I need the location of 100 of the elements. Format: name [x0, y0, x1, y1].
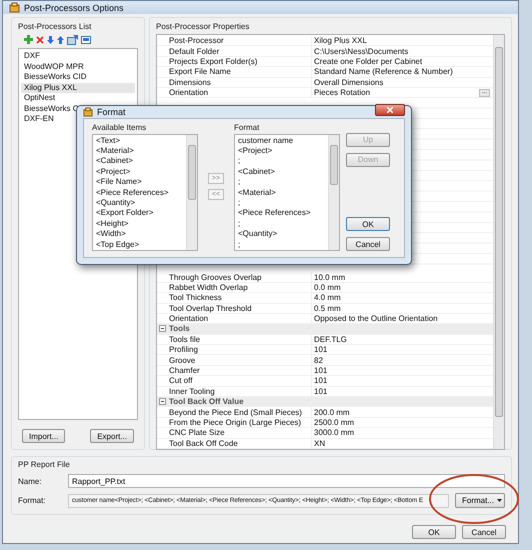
property-name: Tools file: [168, 334, 202, 344]
name-field[interactable]: Rapport_PP.txt: [68, 474, 505, 488]
property-value: C:\Users\Ness\Documents: [313, 46, 408, 56]
window-title: Post-Processors Options: [24, 2, 124, 12]
list-item[interactable]: <Material>: [238, 188, 327, 198]
export-button[interactable]: Export...: [90, 429, 134, 443]
caret-icon: [497, 499, 502, 502]
arrow-up-icon[interactable]: [57, 36, 64, 44]
list-item[interactable]: BiesseWorks CID: [21, 72, 135, 82]
property-name: Cut off: [168, 376, 194, 386]
property-value: 0.5 mm: [313, 304, 341, 313]
list-item[interactable]: Xilog Plus XXL: [21, 82, 135, 93]
collapse-icon[interactable]: [159, 325, 166, 332]
list-item[interactable]: <Project>: [96, 166, 185, 178]
property-value: 82: [313, 356, 323, 365]
property-name: Tool Back Off Code: [168, 438, 239, 448]
import-button[interactable]: Import...: [22, 429, 66, 443]
dialog-title: Format: [97, 106, 126, 117]
list-item[interactable]: ;: [238, 156, 327, 167]
group-title: Post-Processors List: [18, 22, 92, 31]
list-item[interactable]: ;: [238, 198, 327, 208]
close-icon: [387, 106, 393, 113]
list-item[interactable]: ;: [238, 240, 327, 250]
delete-icon[interactable]: [36, 36, 44, 44]
property-name: From the Piece Origin (Large Pieces): [168, 418, 302, 427]
property-value: Opposed to the Outline Orientation: [313, 314, 438, 324]
list-item[interactable]: WoodWOP MPR: [21, 62, 135, 72]
property-name: Dimensions: [168, 78, 212, 87]
list-item[interactable]: <Text>: [96, 136, 185, 146]
property-value: 101: [313, 376, 328, 386]
list-item[interactable]: <Height>: [96, 218, 185, 230]
group-title: PP Report File: [18, 460, 71, 469]
list-item[interactable]: DXF: [21, 51, 135, 62]
collapse-icon[interactable]: [159, 398, 166, 406]
property-name: Projects Export Folder(s): [168, 56, 258, 66]
scrollbar[interactable]: [186, 134, 197, 250]
property-value: Pieces Rotation: [313, 88, 370, 98]
property-value: Overall Dimensions: [313, 78, 384, 87]
property-name: CNC Plate Size: [168, 428, 226, 438]
property-value: 0.0 mm: [313, 282, 341, 292]
property-name: Profiling: [168, 345, 199, 354]
list-title: Format: [234, 122, 260, 132]
ok-button[interactable]: OK: [412, 525, 456, 539]
property-value: XN: [313, 438, 326, 448]
list-item[interactable]: OptiNest: [21, 93, 135, 104]
group-title: Post-Processor Properties: [156, 22, 250, 31]
add-icon[interactable]: [24, 35, 33, 44]
property-name: Tool Thickness: [168, 293, 223, 302]
list-item[interactable]: <Cabinet>: [96, 156, 185, 167]
section-header: Tools: [168, 324, 191, 334]
list-item[interactable]: ;: [238, 218, 327, 230]
property-value: 3000.0 mm: [313, 428, 354, 438]
app-icon: [83, 106, 93, 117]
list-item[interactable]: <Piece References>: [96, 188, 185, 198]
list-title: Available Items: [92, 122, 148, 132]
property-name: Beyond the Piece End (Small Pieces): [168, 408, 303, 417]
property-value: 2500.0 mm: [313, 418, 354, 427]
section-header: Tool Back Off Value: [168, 397, 245, 406]
list-item[interactable]: <Project>: [238, 146, 327, 156]
list-item[interactable]: <Export Folder>: [96, 208, 185, 219]
property-name: Inner Tooling: [168, 386, 216, 396]
property-value: DEF.TLG: [313, 334, 347, 344]
list-item[interactable]: <Piece References>: [238, 208, 327, 219]
list-item[interactable]: <Width>: [96, 229, 185, 240]
list-item[interactable]: <Cabinet>: [238, 166, 327, 178]
property-name: Tool Overlap Threshold: [168, 304, 253, 313]
dialog-button[interactable]: OK: [346, 217, 390, 231]
cancel-button[interactable]: Cancel: [462, 525, 506, 539]
property-value: 101: [313, 366, 328, 376]
field-label: Format:: [18, 496, 47, 505]
property-value: 101: [313, 386, 328, 396]
property-name: Default Folder: [168, 46, 220, 56]
property-name: Orientation: [168, 314, 210, 324]
arrow-down-icon[interactable]: [47, 36, 54, 44]
property-value: Create one Folder per Cabinet: [313, 56, 422, 66]
list-item[interactable]: <Top Edge>: [96, 240, 185, 250]
list-item[interactable]: <File Name>: [96, 177, 185, 188]
property-name: Export File Name: [168, 67, 232, 76]
list-item[interactable]: ;: [238, 177, 327, 188]
list-item[interactable]: <Quantity>: [238, 229, 327, 240]
list-item[interactable]: customer name: [238, 136, 327, 146]
property-name: Post-Processor: [168, 36, 225, 46]
scrollbar[interactable]: [493, 35, 504, 449]
property-name: Orientation: [168, 88, 210, 98]
property-value: Standard Name (Reference & Number): [313, 67, 453, 76]
property-value: 101: [313, 345, 328, 354]
property-name: Groove: [168, 356, 196, 365]
field-label: Name:: [18, 476, 43, 486]
scrollbar[interactable]: [328, 134, 339, 250]
app-icon: [9, 2, 20, 13]
property-name: Through Grooves Overlap: [168, 272, 262, 282]
import-icon[interactable]: [67, 34, 78, 44]
close-button[interactable]: [375, 104, 405, 116]
list-item[interactable]: <Quantity>: [96, 198, 185, 208]
dialog-button[interactable]: Cancel: [346, 237, 390, 251]
property-value: 200.0 mm: [313, 408, 350, 417]
format-button[interactable]: Format...: [454, 493, 505, 508]
property-name: Chamfer: [168, 366, 201, 376]
property-value: Xilog Plus XXL: [313, 36, 367, 46]
list-item[interactable]: <Material>: [96, 146, 185, 156]
